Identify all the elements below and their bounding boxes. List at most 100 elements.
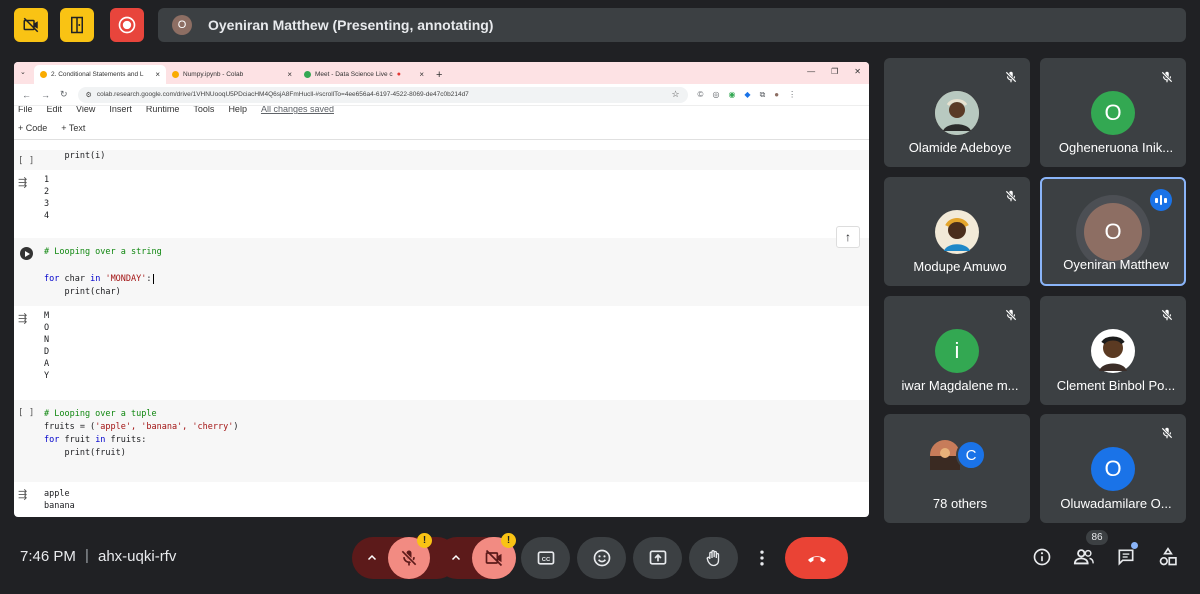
closed-captions-icon: CC <box>537 551 554 565</box>
output-toggle-icon[interactable]: ⇶ <box>18 176 27 189</box>
scroll-up-button[interactable]: ↑ <box>836 226 860 248</box>
others-count-label: 78 others <box>932 496 988 511</box>
output-toggle-icon[interactable]: ⇶ <box>18 312 27 325</box>
shared-screen: ⌄ 2. Conditional Statements and L × Numpy… <box>14 62 869 517</box>
browser-tab[interactable]: Numpy.ipynb - Colab × <box>166 65 298 84</box>
video-options-button[interactable] <box>436 537 476 579</box>
close-icon[interactable]: × <box>419 70 424 79</box>
back-icon[interactable]: ← <box>22 90 31 100</box>
extension-c-icon[interactable]: © <box>698 90 704 100</box>
extension-icons: © ◎ ◉ ◆ ⧉ ● ⋮ <box>698 90 797 100</box>
extension-icon[interactable]: ◉ <box>728 90 735 100</box>
participant-tile[interactable]: O Oluwadamilare O... <box>1040 414 1186 523</box>
presenter-banner[interactable]: O Oyeniran Matthew (Presenting, annotati… <box>158 8 1186 42</box>
participant-tile-active-speaker[interactable]: O Oyeniran Matthew <box>1040 177 1186 286</box>
more-options-button[interactable] <box>746 537 778 579</box>
menu-edit[interactable]: Edit <box>47 106 63 116</box>
code-cell[interactable]: [ ] # Looping over a tuple fruits = ('ap… <box>14 400 869 482</box>
add-code-button[interactable]: + Code <box>18 123 47 133</box>
code-line: for fruit in fruits: <box>44 435 147 445</box>
participant-name: iwar Magdalene m... <box>901 378 1019 393</box>
close-icon[interactable]: × <box>287 70 292 79</box>
meet-favicon-icon <box>304 71 311 78</box>
people-icon <box>1073 549 1094 565</box>
more-vert-icon[interactable]: ⋮ <box>788 90 796 100</box>
close-window-icon[interactable]: ✕ <box>854 67 861 76</box>
participant-name: Oyeniran Matthew <box>1063 257 1169 272</box>
close-icon[interactable]: × <box>155 70 160 79</box>
restore-icon[interactable]: ❐ <box>831 67 838 76</box>
save-status[interactable]: All changes saved <box>261 106 334 116</box>
audio-options-button[interactable] <box>352 537 392 579</box>
site-info-icon[interactable]: ⚙ <box>86 91 92 99</box>
mic-off-icon <box>1161 71 1173 83</box>
meeting-code: ahx-uqki-rfv <box>98 548 177 565</box>
participant-tile[interactable]: i iwar Magdalene m... <box>884 296 1030 405</box>
present-screen-button[interactable] <box>633 537 682 579</box>
others-avatar-stack: C <box>930 440 990 470</box>
puzzle-icon[interactable]: ⧉ <box>760 90 766 100</box>
others-tile[interactable]: C 78 others <box>884 414 1030 523</box>
presenter-label: Oyeniran Matthew (Presenting, annotating… <box>208 17 494 33</box>
browser-tab[interactable]: Meet - Data Science Live c ● × <box>298 65 430 84</box>
menu-insert[interactable]: Insert <box>109 106 132 116</box>
code-cell[interactable]: # Looping over a string for char in 'MON… <box>14 238 869 306</box>
extension-icon[interactable]: ◆ <box>744 90 750 100</box>
participant-avatar <box>935 210 979 254</box>
new-tab-button[interactable]: + <box>430 69 448 84</box>
browser-tab[interactable]: 2. Conditional Statements and L × <box>34 65 166 84</box>
cell-gutter[interactable]: [ ] <box>18 408 34 418</box>
participant-tile[interactable]: Modupe Amuwo <box>884 177 1030 286</box>
minimize-icon[interactable]: — <box>807 67 815 76</box>
meeting-details-button[interactable] <box>1031 546 1053 568</box>
url-input[interactable]: ⚙ colab.research.google.com/drive/1VHNUo… <box>77 86 688 103</box>
chevron-up-icon <box>451 554 461 561</box>
more-vert-icon <box>760 550 764 566</box>
chevron-up-icon <box>367 554 377 561</box>
mic-off-icon <box>1161 427 1173 439</box>
menu-file[interactable]: File <box>18 106 33 116</box>
participant-avatar <box>1091 329 1135 373</box>
person-photo-icon <box>935 91 979 135</box>
menu-tools[interactable]: Tools <box>193 106 214 116</box>
code-comment: # Looping over a string <box>44 247 162 257</box>
menu-help[interactable]: Help <box>228 106 247 116</box>
output-toggle-icon[interactable]: ⇶ <box>18 488 27 501</box>
star-icon[interactable]: ☆ <box>671 89 679 100</box>
present-to-all-icon <box>649 550 666 565</box>
url-text: colab.research.google.com/drive/1VHNUooq… <box>96 91 469 98</box>
cell-output: ⇶ M O N D A Y <box>14 306 869 398</box>
record-icon <box>118 16 136 34</box>
chat-button[interactable] <box>1115 546 1137 568</box>
camera-off-toggle-button[interactable] <box>14 8 48 42</box>
participant-tile[interactable]: Olamide Adeboye <box>884 58 1030 167</box>
output-line: banana <box>44 501 75 511</box>
extension-icon[interactable]: ◎ <box>712 90 719 100</box>
participant-tile[interactable]: O Ogheneruona Inik... <box>1040 58 1186 167</box>
code-cell[interactable]: [ ] print(i) <box>14 150 869 170</box>
person-photo-icon <box>1091 329 1135 373</box>
captions-button[interactable]: CC <box>521 537 570 579</box>
run-cell-button[interactable] <box>20 247 33 260</box>
address-bar: ← → ↻ ⚙ colab.research.google.com/drive/… <box>14 84 869 106</box>
chevron-down-icon[interactable]: ⌄ <box>20 68 26 76</box>
reload-icon[interactable]: ↻ <box>60 89 68 100</box>
activities-button[interactable] <box>1157 546 1179 568</box>
reactions-button[interactable] <box>577 537 626 579</box>
participant-tile[interactable]: Clement Binbol Po... <box>1040 296 1186 405</box>
leave-call-button[interactable] <box>785 537 848 579</box>
colab-favicon-icon <box>40 71 47 78</box>
participant-count-badge: 86 <box>1086 530 1108 545</box>
code-line: print(i) <box>44 151 106 161</box>
people-button[interactable] <box>1073 546 1095 568</box>
add-text-button[interactable]: + Text <box>61 123 85 133</box>
menu-runtime[interactable]: Runtime <box>146 106 180 116</box>
cell-gutter[interactable]: [ ] <box>18 156 34 166</box>
raise-hand-button[interactable] <box>689 537 738 579</box>
participant-name: Ogheneruona Inik... <box>1058 140 1174 155</box>
menu-view[interactable]: View <box>76 106 95 116</box>
forward-icon[interactable]: → <box>41 90 50 100</box>
presentation-mode-button[interactable] <box>60 8 94 42</box>
profile-icon[interactable]: ● <box>774 90 779 100</box>
recording-button[interactable] <box>110 8 144 42</box>
